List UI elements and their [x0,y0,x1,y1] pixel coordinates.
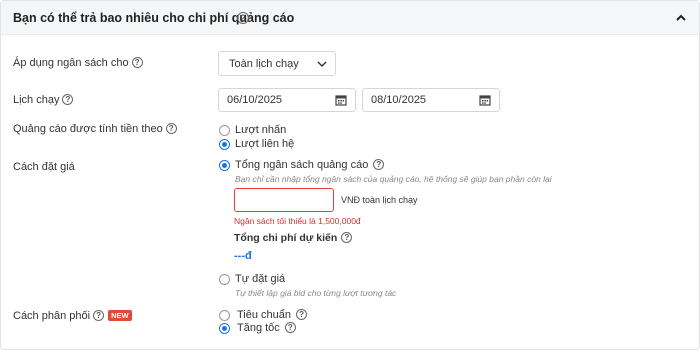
billing-click-radio[interactable] [219,125,230,136]
panel-header[interactable]: Bạn có thể trả bao nhiêu cho chi phí quả… [1,1,699,35]
question-circle-icon[interactable]: ? [284,321,296,333]
billing-contact-label[interactable]: Lượt liên hệ [235,138,294,150]
question-circle-icon[interactable]: ? [62,93,74,105]
chevron-down-icon [317,61,327,67]
total-budget-radio[interactable] [219,160,230,171]
total-budget-option[interactable]: Tổng ngân sách quảng cáo? [235,158,385,171]
manual-bid-hint: Tự thiết lập giá bid cho từng lượt tương… [235,288,397,298]
start-date-value: 06/10/2025 [227,94,283,106]
budget-error-message: Ngân sách tối thiểu là 1,500,000đ [234,216,361,226]
billing-label: Quảng cáo được tính tiền theo? [13,122,177,135]
budget-amount-input[interactable] [234,188,334,212]
manual-bid-label[interactable]: Tự đặt giá [235,273,285,285]
panel-title: Bạn có thể trả bao nhiêu cho chi phí quả… [13,11,295,25]
bidding-label: Cách đặt giá [13,161,75,173]
question-circle-icon[interactable]: ? [165,122,177,134]
delivery-accelerated-radio[interactable] [219,323,230,334]
delivery-accelerated-option[interactable]: Tăng tốc? [237,321,296,334]
start-date-field[interactable]: 06/10/2025 [218,88,356,112]
calendar-icon[interactable] [479,94,491,106]
end-date-field[interactable]: 08/10/2025 [362,88,500,112]
budget-scope-select[interactable]: Toàn lịch chạy [218,51,336,76]
budget-scope-label: Áp dụng ngân sách cho? [13,56,143,69]
total-budget-hint: Bạn chỉ cần nhập tổng ngân sách của quản… [235,174,552,184]
question-circle-icon[interactable]: ? [131,56,143,68]
billing-contact-radio[interactable] [219,139,230,150]
delivery-label: Cách phân phối? NEW [13,309,132,322]
calendar-icon[interactable] [335,94,347,106]
schedule-label: Lịch chạy? [13,93,74,106]
billing-click-label[interactable]: Lượt nhấn [235,124,286,136]
budget-panel: Bạn có thể trả bao nhiêu cho chi phí quả… [0,0,700,350]
delivery-standard-radio[interactable] [219,310,230,321]
question-circle-icon[interactable]: ? [296,308,308,320]
estimated-cost-label: Tổng chi phí dự kiến? [234,231,353,244]
budget-unit-label: VNĐ toàn lịch chạy [341,195,418,205]
manual-bid-radio[interactable] [219,274,230,285]
end-date-value: 08/10/2025 [371,94,427,106]
delivery-standard-option[interactable]: Tiêu chuẩn? [237,308,308,321]
question-circle-icon[interactable]: ? [341,231,353,243]
question-circle-icon[interactable]: ? [237,12,249,24]
chevron-up-icon[interactable] [675,12,687,24]
question-circle-icon[interactable]: ? [93,309,105,321]
question-circle-icon[interactable]: ? [373,158,385,170]
budget-scope-value: Toàn lịch chạy [229,58,299,70]
new-badge: NEW [108,309,132,321]
estimated-cost-value: ---đ [234,250,252,262]
